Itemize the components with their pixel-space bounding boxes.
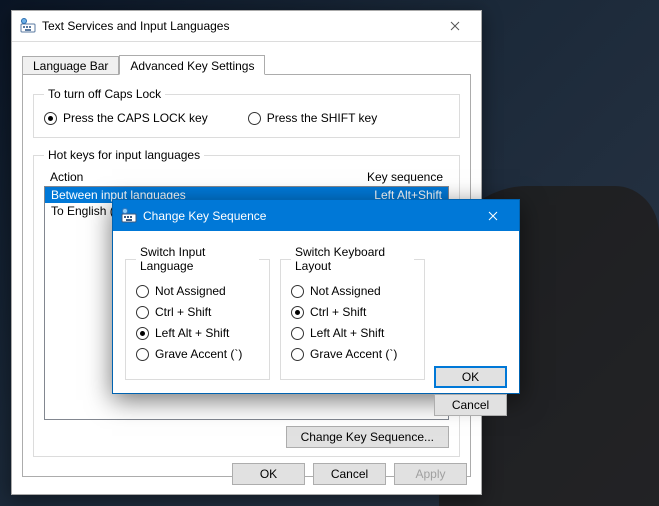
radio-dot-icon	[291, 306, 304, 319]
cancel-button[interactable]: Cancel	[434, 394, 507, 416]
radio-dot-icon	[248, 112, 261, 125]
radio-left-alt-shift[interactable]: Left Alt + Shift	[136, 326, 259, 340]
keyboard-locale-icon	[121, 208, 137, 224]
radio-dot-icon	[291, 327, 304, 340]
group-legend: Switch Keyboard Layout	[291, 245, 414, 273]
radio-not-assigned[interactable]: Not Assigned	[136, 284, 259, 298]
close-button[interactable]	[432, 16, 477, 36]
radio-not-assigned[interactable]: Not Assigned	[291, 284, 414, 298]
radio-label: Ctrl + Shift	[155, 305, 211, 319]
radio-press-capslock[interactable]: Press the CAPS LOCK key	[44, 111, 208, 125]
change-key-sequence-button[interactable]: Change Key Sequence...	[286, 426, 449, 448]
switch-keyboard-layout-group: Switch Keyboard Layout Not Assigned Ctrl…	[280, 245, 425, 380]
window-title: Change Key Sequence	[143, 209, 470, 223]
radio-label: Not Assigned	[155, 284, 226, 298]
change-key-sequence-dialog: Change Key Sequence Switch Input Languag…	[112, 199, 520, 394]
radio-dot-icon	[136, 306, 149, 319]
radio-dot-icon	[136, 348, 149, 361]
tab-advanced-key-settings[interactable]: Advanced Key Settings	[119, 55, 265, 75]
tabstrip: Language Bar Advanced Key Settings	[22, 54, 471, 75]
keyboard-locale-icon	[20, 18, 36, 34]
cancel-button[interactable]: Cancel	[313, 463, 386, 485]
ok-button[interactable]: OK	[434, 366, 507, 388]
radio-label: Press the CAPS LOCK key	[63, 111, 208, 125]
radio-dot-icon	[291, 285, 304, 298]
radio-dot-icon	[291, 348, 304, 361]
capslock-group: To turn off Caps Lock Press the CAPS LOC…	[33, 87, 460, 138]
tab-language-bar[interactable]: Language Bar	[22, 56, 119, 74]
radio-label: Left Alt + Shift	[155, 326, 229, 340]
close-button[interactable]	[470, 206, 515, 226]
radio-grave-accent[interactable]: Grave Accent (`)	[291, 347, 414, 361]
col-seq-header: Key sequence	[367, 170, 443, 184]
col-action-header: Action	[50, 170, 367, 184]
radio-ctrl-shift[interactable]: Ctrl + Shift	[291, 305, 414, 319]
capslock-legend: To turn off Caps Lock	[44, 87, 165, 101]
radio-label: Ctrl + Shift	[310, 305, 366, 319]
radio-press-shift[interactable]: Press the SHIFT key	[248, 111, 377, 125]
dialog-buttons: OK Cancel	[434, 366, 507, 416]
radio-grave-accent[interactable]: Grave Accent (`)	[136, 347, 259, 361]
radio-label: Grave Accent (`)	[155, 347, 242, 361]
switch-input-language-group: Switch Input Language Not Assigned Ctrl …	[125, 245, 270, 380]
close-icon	[488, 211, 498, 221]
group-legend: Switch Input Language	[136, 245, 259, 273]
radio-label: Not Assigned	[310, 284, 381, 298]
radio-label: Left Alt + Shift	[310, 326, 384, 340]
radio-dot-icon	[136, 285, 149, 298]
radio-left-alt-shift[interactable]: Left Alt + Shift	[291, 326, 414, 340]
radio-label: Press the SHIFT key	[267, 111, 377, 125]
titlebar[interactable]: Change Key Sequence	[113, 200, 519, 231]
radio-dot-icon	[136, 327, 149, 340]
ok-button[interactable]: OK	[232, 463, 305, 485]
apply-button: Apply	[394, 463, 467, 485]
hotkeys-header: Action Key sequence	[44, 168, 449, 186]
dialog-footer: OK Cancel Apply	[12, 454, 481, 494]
window-title: Text Services and Input Languages	[42, 19, 432, 33]
hotkeys-legend: Hot keys for input languages	[44, 148, 204, 162]
radio-ctrl-shift[interactable]: Ctrl + Shift	[136, 305, 259, 319]
close-icon	[450, 21, 460, 31]
titlebar[interactable]: Text Services and Input Languages	[12, 11, 481, 42]
radio-dot-icon	[44, 112, 57, 125]
dialog-body: Switch Input Language Not Assigned Ctrl …	[113, 231, 519, 393]
radio-label: Grave Accent (`)	[310, 347, 397, 361]
